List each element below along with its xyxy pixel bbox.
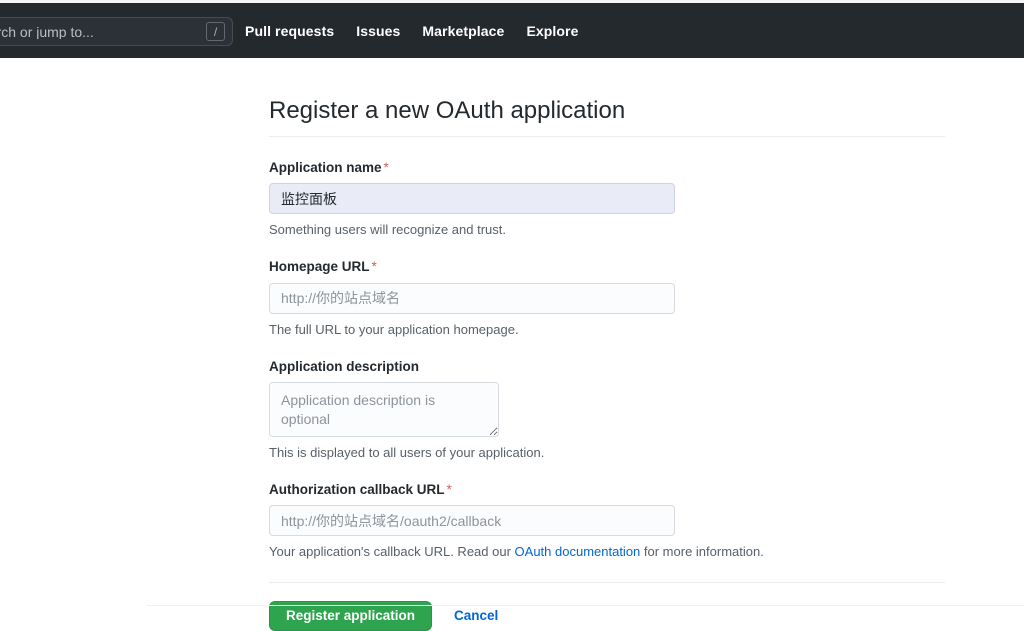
nav-item-issues[interactable]: Issues bbox=[356, 23, 400, 39]
field-application-description: Application description This is displaye… bbox=[269, 359, 945, 462]
search-input-placeholder[interactable]: earch or jump to... bbox=[0, 25, 206, 39]
label-application-description: Application description bbox=[269, 359, 945, 375]
authorization-callback-url-input[interactable] bbox=[269, 505, 675, 537]
required-asterisk: * bbox=[446, 482, 452, 498]
label-authorization-callback-url: Authorization callback URL * bbox=[269, 482, 945, 498]
homepage-url-input[interactable] bbox=[269, 282, 675, 314]
cancel-link[interactable]: Cancel bbox=[454, 608, 498, 623]
label-homepage-url: Homepage URL * bbox=[269, 259, 945, 275]
application-name-input[interactable] bbox=[269, 183, 675, 215]
label-application-name: Application name * bbox=[269, 160, 945, 176]
help-application-name: Something users will recognize and trust… bbox=[269, 222, 507, 238]
header-nav: Pull requests Issues Marketplace Explore bbox=[245, 3, 579, 58]
title-divider bbox=[269, 136, 945, 137]
nav-item-marketplace[interactable]: Marketplace bbox=[422, 23, 504, 39]
required-asterisk: * bbox=[383, 160, 389, 175]
actions-divider bbox=[269, 581, 945, 583]
help-callback-suffix: for more information. bbox=[640, 544, 764, 560]
search-box[interactable]: earch or jump to... / bbox=[0, 17, 233, 46]
oauth-documentation-link[interactable]: OAuth documentation bbox=[515, 544, 641, 559]
label-homepage-url-text: Homepage URL bbox=[269, 259, 370, 275]
field-authorization-callback-url: Authorization callback URL* Your applica… bbox=[269, 482, 945, 561]
oauth-app-form-container: Register a new OAuth application Applica… bbox=[269, 96, 945, 631]
field-homepage-url: Homepage URL* The full URL to your appli… bbox=[269, 259, 945, 338]
field-application-name: Application name* Something users will r… bbox=[269, 160, 945, 239]
label-application-description-text: Application description bbox=[269, 358, 420, 374]
label-application-name-text: Application name bbox=[269, 160, 382, 175]
footer-divider bbox=[146, 605, 1024, 606]
global-search[interactable]: earch or jump to... / bbox=[0, 17, 233, 46]
nav-item-explore[interactable]: Explore bbox=[526, 23, 578, 39]
page-title: Register a new OAuth application bbox=[269, 97, 626, 124]
global-header: earch or jump to... / Pull requests Issu… bbox=[0, 3, 1024, 58]
nav-item-pull-requests[interactable]: Pull requests bbox=[245, 23, 334, 39]
help-homepage-url: The full URL to your application homepag… bbox=[269, 321, 519, 337]
help-application-description: This is displayed to all users of your a… bbox=[269, 444, 545, 460]
help-callback-prefix: Your application's callback URL. Read ou… bbox=[269, 544, 515, 560]
application-description-textarea[interactable] bbox=[269, 381, 499, 437]
required-asterisk: * bbox=[371, 259, 377, 275]
label-authorization-callback-url-text: Authorization callback URL bbox=[269, 482, 445, 498]
help-authorization-callback-url: Your application's callback URL. Read ou… bbox=[269, 543, 945, 561]
main-content: Register a new OAuth application Applica… bbox=[0, 58, 1024, 631]
search-shortcut-badge: / bbox=[206, 22, 225, 41]
